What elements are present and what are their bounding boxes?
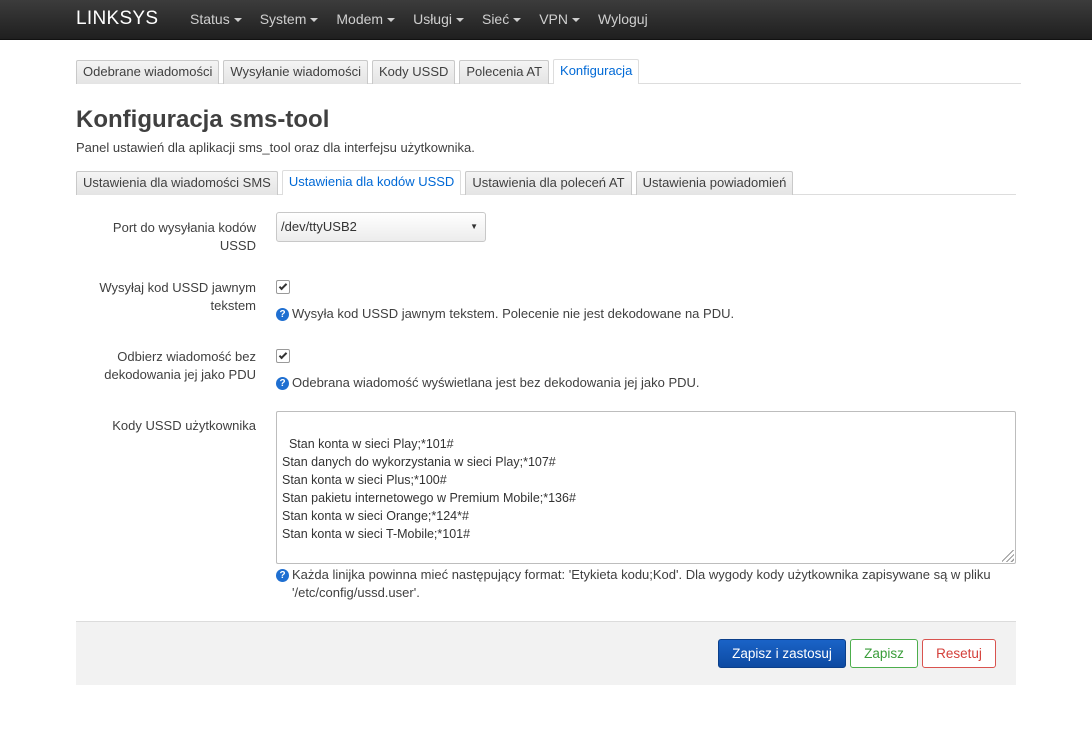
page-description: Panel ustawień dla aplikacji sms_tool or… bbox=[76, 140, 475, 155]
plain-text-label-line2: tekstem bbox=[210, 298, 256, 313]
menu-vpn[interactable]: VPN bbox=[530, 0, 589, 40]
help-icon: ? bbox=[276, 308, 289, 321]
menu-network[interactable]: Sieć bbox=[473, 0, 530, 40]
no-pdu-label-line2: dekodowania jej jako PDU bbox=[104, 367, 256, 382]
check-icon bbox=[278, 281, 288, 291]
brand-logo[interactable]: LINKSYS bbox=[76, 0, 158, 40]
plain-text-checkbox[interactable] bbox=[276, 280, 290, 294]
reset-button[interactable]: Resetuj bbox=[922, 639, 996, 668]
check-icon bbox=[278, 350, 288, 360]
user-codes-help-line2: '/etc/config/ussd.user'. bbox=[292, 585, 420, 600]
menu-status[interactable]: Status bbox=[181, 0, 251, 40]
caret-down-icon bbox=[513, 18, 522, 23]
user-codes-help-line1: Każda linijka powinna mieć następujący f… bbox=[292, 567, 991, 582]
no-pdu-help-text: Odebrana wiadomość wyświetlana jest bez … bbox=[292, 375, 700, 390]
user-codes-textarea[interactable]: Stan konta w sieci Play;*101# Stan danyc… bbox=[276, 411, 1016, 564]
port-label-line1: Port do wysyłania kodów bbox=[112, 220, 256, 235]
caret-down-icon bbox=[455, 18, 464, 23]
subtab-at-settings[interactable]: Ustawienia dla poleceń AT bbox=[465, 171, 632, 195]
caret-down-icon bbox=[572, 18, 581, 23]
main-tabs: Odebrane wiadomości Wysyłanie wiadomości… bbox=[76, 59, 643, 84]
caret-down-icon bbox=[310, 18, 319, 23]
help-icon: ? bbox=[276, 569, 289, 582]
page-title: Konfiguracja sms-tool bbox=[76, 106, 330, 133]
no-pdu-label: Odbierz wiadomość bez dekodowania jej ja… bbox=[76, 348, 256, 384]
port-select[interactable]: /dev/ttyUSB2 ▼ bbox=[276, 212, 486, 242]
port-label: Port do wysyłania kodów USSD bbox=[76, 219, 256, 255]
tab-received-messages[interactable]: Odebrane wiadomości bbox=[76, 60, 220, 84]
sub-tabs: Ustawienia dla wiadomości SMS Ustawienia… bbox=[76, 170, 797, 195]
user-codes-text: Stan konta w sieci Play;*101# Stan danyc… bbox=[282, 437, 576, 541]
tab-at-commands[interactable]: Polecenia AT bbox=[459, 60, 550, 84]
select-arrow-icon: ▼ bbox=[470, 222, 478, 231]
help-icon: ? bbox=[276, 377, 289, 390]
action-bar: Zapisz i zastosuj Zapisz Resetuj bbox=[76, 621, 1016, 685]
menu-system[interactable]: System bbox=[251, 0, 328, 40]
resize-grip-icon[interactable] bbox=[1002, 550, 1014, 562]
plain-text-label-line1: Wysyłaj kod USSD jawnym bbox=[99, 280, 256, 295]
subtab-notification-settings[interactable]: Ustawienia powiadomień bbox=[635, 171, 794, 195]
tab-send-messages[interactable]: Wysyłanie wiadomości bbox=[223, 60, 369, 84]
menu-modem[interactable]: Modem bbox=[327, 0, 404, 40]
subtab-sms-settings[interactable]: Ustawienia dla wiadomości SMS bbox=[76, 171, 278, 195]
menu-logout[interactable]: Wyloguj bbox=[589, 0, 657, 40]
plain-text-help-text: Wysyła kod USSD jawnym tekstem. Poleceni… bbox=[292, 306, 735, 321]
main-menu: Status System Modem Usługi Sieć VPN Wylo… bbox=[181, 0, 657, 40]
caret-down-icon bbox=[233, 18, 242, 23]
caret-down-icon bbox=[387, 18, 396, 23]
top-navbar: LINKSYS Status System Modem Usługi Sieć … bbox=[0, 0, 1092, 40]
save-and-apply-button[interactable]: Zapisz i zastosuj bbox=[718, 639, 846, 668]
tab-configuration[interactable]: Konfiguracja bbox=[553, 59, 640, 84]
user-codes-label: Kody USSD użytkownika bbox=[112, 418, 256, 433]
plain-text-label: Wysyłaj kod USSD jawnym tekstem bbox=[76, 279, 256, 315]
no-pdu-help: ? Odebrana wiadomość wyświetlana jest bez… bbox=[276, 374, 700, 392]
plain-text-help: ? Wysyła kod USSD jawnym tekstem. Polecen… bbox=[276, 305, 734, 323]
tab-ussd-codes[interactable]: Kody USSD bbox=[372, 60, 456, 84]
save-button[interactable]: Zapisz bbox=[850, 639, 918, 668]
menu-services[interactable]: Usługi bbox=[404, 0, 473, 40]
port-label-line2: USSD bbox=[219, 238, 256, 253]
no-pdu-checkbox[interactable] bbox=[276, 349, 290, 363]
user-codes-help: ? Każda linijka powinna mieć następujący … bbox=[276, 566, 1016, 602]
subtab-ussd-settings[interactable]: Ustawienia dla kodów USSD bbox=[281, 170, 462, 195]
no-pdu-label-line1: Odbierz wiadomość bez bbox=[117, 349, 256, 364]
port-select-value: /dev/ttyUSB2 bbox=[281, 219, 357, 234]
